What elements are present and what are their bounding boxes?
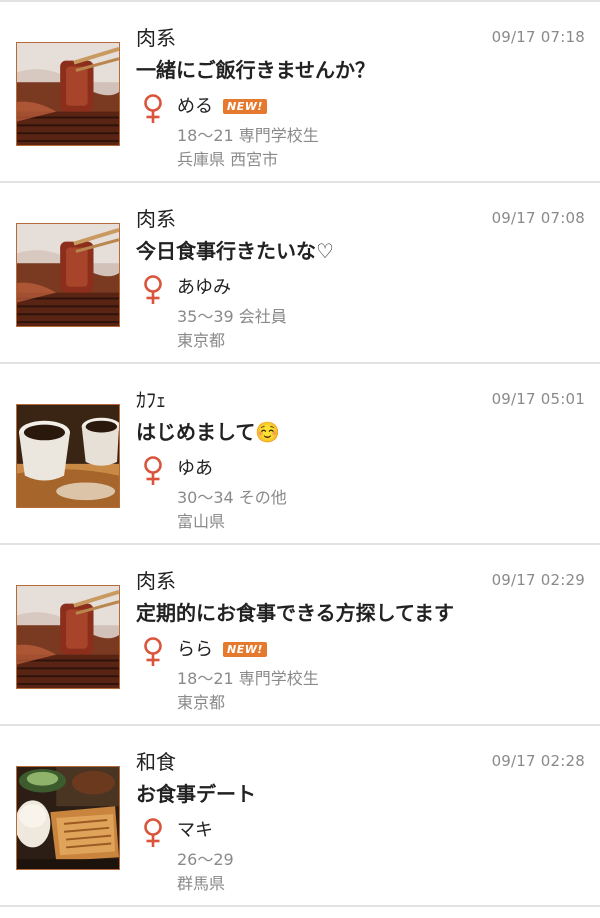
- post-title[interactable]: 一緒にご飯行きませんか？: [136, 54, 375, 83]
- poster-name-row: ゆあ: [177, 454, 213, 480]
- poster-location: 東京都: [177, 331, 226, 350]
- post-title[interactable]: 定期的にお食事できる方探してます: [136, 597, 454, 626]
- post-list-item[interactable]: ｶﾌｪ 09/17 05:01 はじめまして☺️ ゆあ 30〜34 その他 富山…: [0, 364, 600, 545]
- post-list-item[interactable]: 肉系 09/17 02:29 定期的にお食事できる方探してます らら NEW! 1…: [0, 545, 600, 726]
- coffee-cups-icon: [17, 405, 119, 507]
- poster-location: 兵庫県 西宮市: [177, 150, 279, 169]
- poster-name: らら: [177, 639, 213, 660]
- poster-location: 群馬県: [177, 874, 226, 893]
- female-icon: [142, 818, 164, 848]
- poster-name-row: マキ: [177, 816, 213, 842]
- grilled-meat-icon: [17, 224, 119, 326]
- post-title[interactable]: 今日食事行きたいな♡: [136, 235, 334, 264]
- poster-name: マキ: [177, 820, 213, 841]
- post-category: 和食: [136, 750, 176, 774]
- post-timestamp: 09/17 05:01: [491, 390, 585, 408]
- post-category: 肉系: [136, 26, 176, 50]
- female-icon: [142, 275, 164, 305]
- poster-name-row: あゆみ: [177, 273, 231, 299]
- post-timestamp: 09/17 02:29: [491, 571, 585, 589]
- grilled-meat-thumbnail[interactable]: [16, 585, 120, 689]
- post-timestamp: 09/17 07:18: [491, 28, 585, 46]
- post-category: 肉系: [136, 569, 176, 593]
- post-timestamp: 09/17 02:28: [491, 752, 585, 770]
- japanese-meal-icon: [17, 767, 119, 869]
- poster-age-occupation: 35〜39 会社員: [177, 307, 287, 326]
- grilled-meat-icon: [17, 43, 119, 145]
- post-title[interactable]: お食事デート: [136, 778, 256, 807]
- grilled-meat-icon: [17, 586, 119, 688]
- coffee-cups-thumbnail[interactable]: [16, 404, 120, 508]
- new-badge: NEW!: [223, 642, 267, 657]
- poster-name: あゆみ: [177, 277, 231, 298]
- japanese-meal-thumbnail[interactable]: [16, 766, 120, 870]
- female-icon: [142, 456, 164, 486]
- poster-age-occupation: 26〜29: [177, 850, 234, 869]
- poster-age-occupation: 18〜21 専門学校生: [177, 126, 319, 145]
- post-timestamp: 09/17 07:08: [491, 209, 585, 227]
- poster-location: 富山県: [177, 512, 226, 531]
- grilled-meat-thumbnail[interactable]: [16, 42, 120, 146]
- poster-name-row: らら NEW!: [177, 635, 267, 661]
- post-list-item[interactable]: 肉系 09/17 07:08 今日食事行きたいな♡ あゆみ 35〜39 会社員 …: [0, 183, 600, 364]
- post-title[interactable]: はじめまして☺️: [136, 416, 280, 445]
- poster-age-occupation: 18〜21 専門学校生: [177, 669, 319, 688]
- post-list: 肉系 09/17 07:18 一緒にご飯行きませんか？ める NEW! 18〜21…: [0, 0, 600, 907]
- poster-name-row: める NEW!: [177, 92, 267, 118]
- post-list-item[interactable]: 肉系 09/17 07:18 一緒にご飯行きませんか？ める NEW! 18〜21…: [0, 2, 600, 183]
- grilled-meat-thumbnail[interactable]: [16, 223, 120, 327]
- new-badge: NEW!: [223, 99, 267, 114]
- poster-name: ゆあ: [177, 458, 213, 479]
- poster-name: める: [177, 96, 213, 117]
- post-category: 肉系: [136, 207, 176, 231]
- poster-age-occupation: 30〜34 その他: [177, 488, 287, 507]
- poster-location: 東京都: [177, 693, 226, 712]
- female-icon: [142, 637, 164, 667]
- female-icon: [142, 94, 164, 124]
- post-list-item[interactable]: 和食 09/17 02:28 お食事デート マキ 26〜29 群馬県: [0, 726, 600, 907]
- post-category: ｶﾌｪ: [136, 388, 166, 412]
